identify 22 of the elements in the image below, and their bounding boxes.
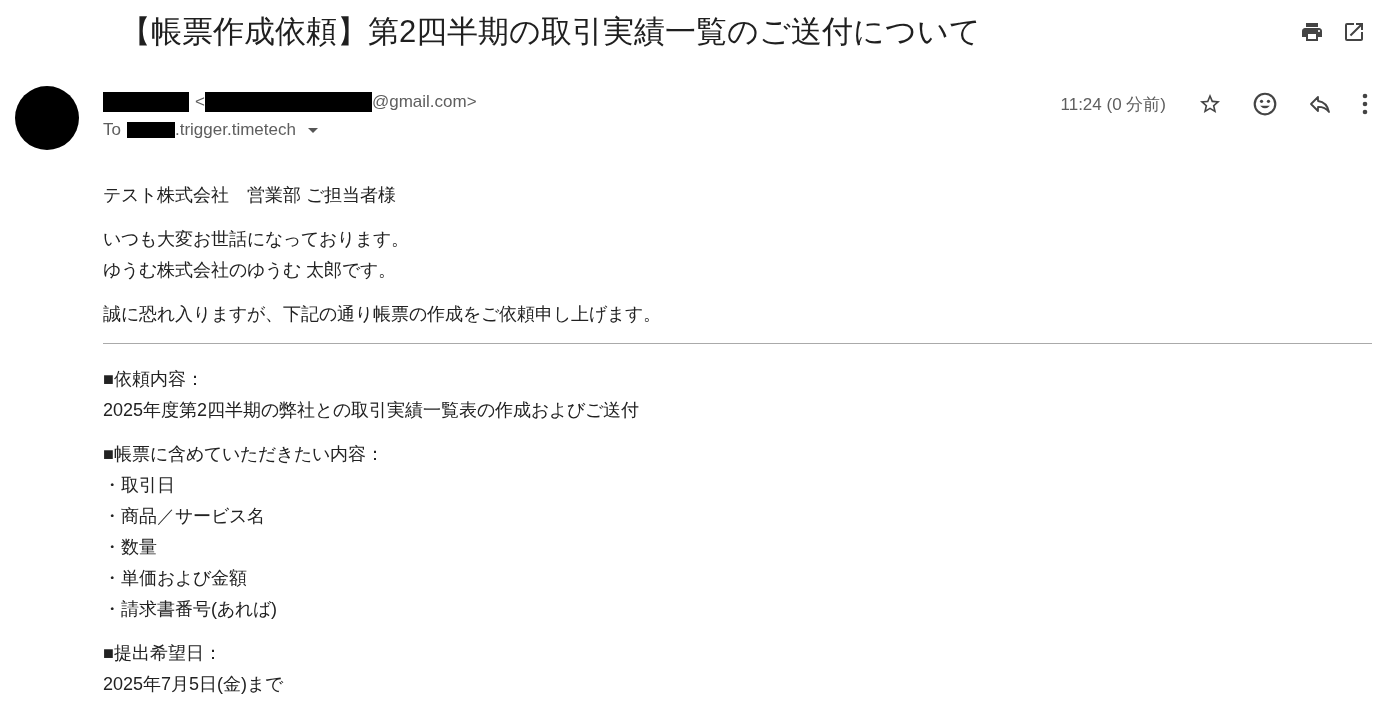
body-text-line: テスト株式会社 営業部 ご担当者様 bbox=[103, 184, 397, 207]
email-bracket: < bbox=[195, 92, 205, 112]
body-text-line: 2025年7月5日(金)まで bbox=[103, 673, 285, 696]
body-text-line: ・取引日 bbox=[103, 474, 176, 497]
body-text-line: いつも大変お世話になっております。 bbox=[103, 228, 410, 251]
body-text-line: ・数量 bbox=[103, 536, 158, 559]
body-text-line: ・請求書番号(あれば) bbox=[103, 598, 278, 621]
body-text-line: ・商品／サービス名 bbox=[103, 505, 266, 528]
body-text-line: 誠に恐れ入りますが、下記の通り帳票の作成をご依頼申し上げます。 bbox=[103, 303, 662, 326]
email-domain: @gmail.com> bbox=[371, 92, 477, 112]
to-label: To bbox=[103, 120, 121, 140]
timestamp: 11:24 (0 分前) bbox=[1060, 93, 1166, 116]
body-text-line: ■提出希望日： bbox=[103, 642, 223, 665]
body-text-line: 2025年度第2四半期の弊社との取引実績一覧表の作成およびご送付 bbox=[103, 399, 641, 422]
body-text-line: ■帳票に含めていただきたい内容： bbox=[103, 443, 385, 466]
redaction-bar bbox=[126, 122, 175, 138]
caret-icon[interactable] bbox=[307, 127, 318, 133]
email-subject: 【帳票作成依頼】第2四半期の取引実績一覧のご送付について bbox=[120, 13, 982, 51]
body-text-line: ・単価および金額 bbox=[103, 567, 248, 590]
recipient-address: .trigger.timetech bbox=[174, 120, 296, 140]
body-text-line: ゆうむ株式会社のゆうむ 太郎です。 bbox=[103, 259, 397, 282]
body-text-line: ■依頼内容： bbox=[103, 368, 205, 391]
